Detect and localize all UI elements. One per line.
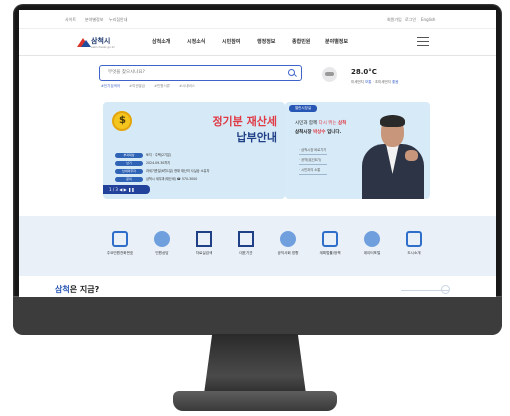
search-tag[interactable]: #여권발급 bbox=[129, 84, 145, 88]
nav-item-participation[interactable]: 시민참여 bbox=[222, 38, 240, 45]
quick-item-city[interactable]: 도시소개 bbox=[388, 231, 440, 256]
building-icon bbox=[238, 231, 254, 247]
monitor-stand-neck bbox=[204, 334, 306, 394]
banner-info-label: 납세의무자 bbox=[115, 169, 143, 174]
weather-air-quality: 미세먼지 보통 · 초미세먼지 좋음 bbox=[351, 80, 399, 85]
util-link-2[interactable]: 분야별정보 bbox=[85, 17, 103, 23]
header: 삼척시 samcheok.go.kr 삼척소개 시정소식 시민참여 행정정보 종… bbox=[19, 29, 496, 56]
nav-item-about[interactable]: 삼척소개 bbox=[152, 38, 170, 45]
banner-info-label: 문의 bbox=[115, 177, 143, 182]
banner-pager[interactable]: 1 / 3 ◀ ▶ ❚❚ bbox=[103, 185, 150, 194]
quick-menu: 주요민원전화번호 민원상담 자료실검색 대표기관 공직사회 방향 계획법률/정책… bbox=[19, 216, 496, 276]
mayor-links: · 삼척시장 바로가기 · 공약(民선8기) · 시민과의 소통 bbox=[299, 147, 327, 177]
weather-dust-label: 미세먼지 bbox=[351, 80, 364, 84]
util-login-link[interactable]: 로그인 bbox=[405, 17, 416, 23]
document-icon bbox=[196, 231, 212, 247]
weather-temperature: 28.0°C bbox=[351, 68, 377, 76]
utility-bar: 사이트 분야별정보 누리집안내 회원가입 로그인 English bbox=[19, 10, 496, 29]
logo-wave-icon bbox=[81, 40, 91, 47]
mayor-slogan: 시민과 함께 다시 뛰는 삼척 bbox=[295, 120, 346, 126]
mayor-link[interactable]: · 공약(民선8기) bbox=[299, 157, 327, 167]
main-banner[interactable]: $ 정기분 재산세 납부안내 부과대상 토지 · 주택(2기분) 납기 2024… bbox=[103, 102, 285, 199]
section-title-brand: 삼척 bbox=[55, 285, 70, 294]
nav-item-news[interactable]: 시정소식 bbox=[187, 38, 205, 45]
section-title-rest: 은 지금? bbox=[69, 285, 100, 294]
util-language-select[interactable]: English bbox=[421, 17, 435, 22]
banner-info-value: 삼척시 세무과(재산세) ☎ 570-3000 bbox=[146, 177, 198, 181]
banner-subtitle: 납부안내 bbox=[236, 131, 277, 144]
site-logo[interactable]: 삼척시 samcheok.go.kr bbox=[77, 35, 117, 51]
mayor-slogan-part: 시민과 함께 bbox=[295, 121, 318, 126]
cloud-icon bbox=[322, 67, 337, 82]
banner-info-value: 2024.09.30까지 bbox=[146, 161, 171, 165]
mayor-name: 박상수 bbox=[313, 130, 326, 135]
nav-item-admin-info[interactable]: 행정정보 bbox=[257, 38, 275, 45]
more-button[interactable] bbox=[441, 285, 450, 294]
nav-item-civil[interactable]: 종합민원 bbox=[292, 38, 310, 45]
law-icon bbox=[322, 231, 338, 247]
banner-info-value: 토지 · 주택(2기분) bbox=[146, 153, 172, 157]
search-tag[interactable]: #시내버스 bbox=[179, 84, 195, 88]
banner-info-label: 부과대상 bbox=[115, 153, 143, 158]
coin-icon: $ bbox=[112, 111, 132, 131]
mayor-title: 삼척시장 bbox=[295, 130, 312, 135]
mayor-card[interactable]: 열린시장실 시민과 함께 다시 뛰는 삼척 삼척시장 박상수 입니다. · 삼척… bbox=[285, 102, 430, 199]
weather-dust-value: 보통 bbox=[365, 80, 372, 84]
banner-info-value: 과세기준일(6월1일) 현재 재산의 사실상 소유자 bbox=[146, 169, 210, 173]
phone-icon bbox=[112, 231, 128, 247]
monitor-stand-base bbox=[173, 391, 337, 411]
util-link-1[interactable]: 사이트 bbox=[65, 17, 76, 23]
mayor-name-suffix: 입니다. bbox=[327, 130, 342, 135]
mayor-slogan-part: 다시 뛰는 bbox=[318, 121, 337, 126]
screen: 사이트 분야별정보 누리집안내 회원가입 로그인 English 삼척시 sam… bbox=[19, 10, 496, 297]
banner-title: 정기분 재산세 bbox=[212, 115, 277, 128]
nav-item-field-info[interactable]: 분야별정보 bbox=[325, 38, 348, 45]
chart-icon bbox=[364, 231, 380, 247]
menu-hamburger-icon[interactable] bbox=[417, 37, 429, 46]
mayor-photo bbox=[358, 112, 428, 199]
search-icon[interactable] bbox=[288, 69, 295, 76]
search-tag[interactable]: #민원서류 bbox=[154, 84, 170, 88]
mayor-link[interactable]: · 시민과의 소통 bbox=[299, 167, 327, 177]
mayor-name-line: 삼척시장 박상수 입니다. bbox=[295, 129, 341, 135]
map-icon bbox=[406, 231, 422, 247]
mayor-badge: 열린시장실 bbox=[289, 105, 317, 112]
util-link-3[interactable]: 누리집안내 bbox=[109, 17, 127, 23]
banner-info-label: 납기 bbox=[115, 161, 143, 166]
search-bar bbox=[99, 65, 302, 81]
mayor-link[interactable]: · 삼척시장 바로가기 bbox=[299, 147, 327, 157]
monitor-chin bbox=[13, 296, 502, 335]
search-tags: #인기검색어 #여권발급 #민원서류 #시내버스 bbox=[101, 84, 203, 89]
cycle-icon bbox=[280, 231, 296, 247]
search-input[interactable] bbox=[108, 68, 278, 77]
weather-finedust-value: 좋음 bbox=[392, 80, 399, 84]
logo-sub: samcheok.go.kr bbox=[91, 45, 115, 49]
util-signup-link[interactable]: 회원가입 bbox=[387, 17, 402, 23]
section-title-now: 삼척은 지금? bbox=[55, 284, 99, 295]
weather-finedust-label: · 초미세먼지 bbox=[372, 80, 391, 84]
banner-pager-text: 1 / 3 ◀ ▶ ❚❚ bbox=[109, 187, 135, 192]
search-tag[interactable]: #인기검색어 bbox=[101, 84, 120, 88]
mayor-slogan-part: 삼척 bbox=[338, 121, 347, 126]
quick-item-label: 도시소개 bbox=[407, 251, 421, 255]
counsel-icon bbox=[154, 231, 170, 247]
